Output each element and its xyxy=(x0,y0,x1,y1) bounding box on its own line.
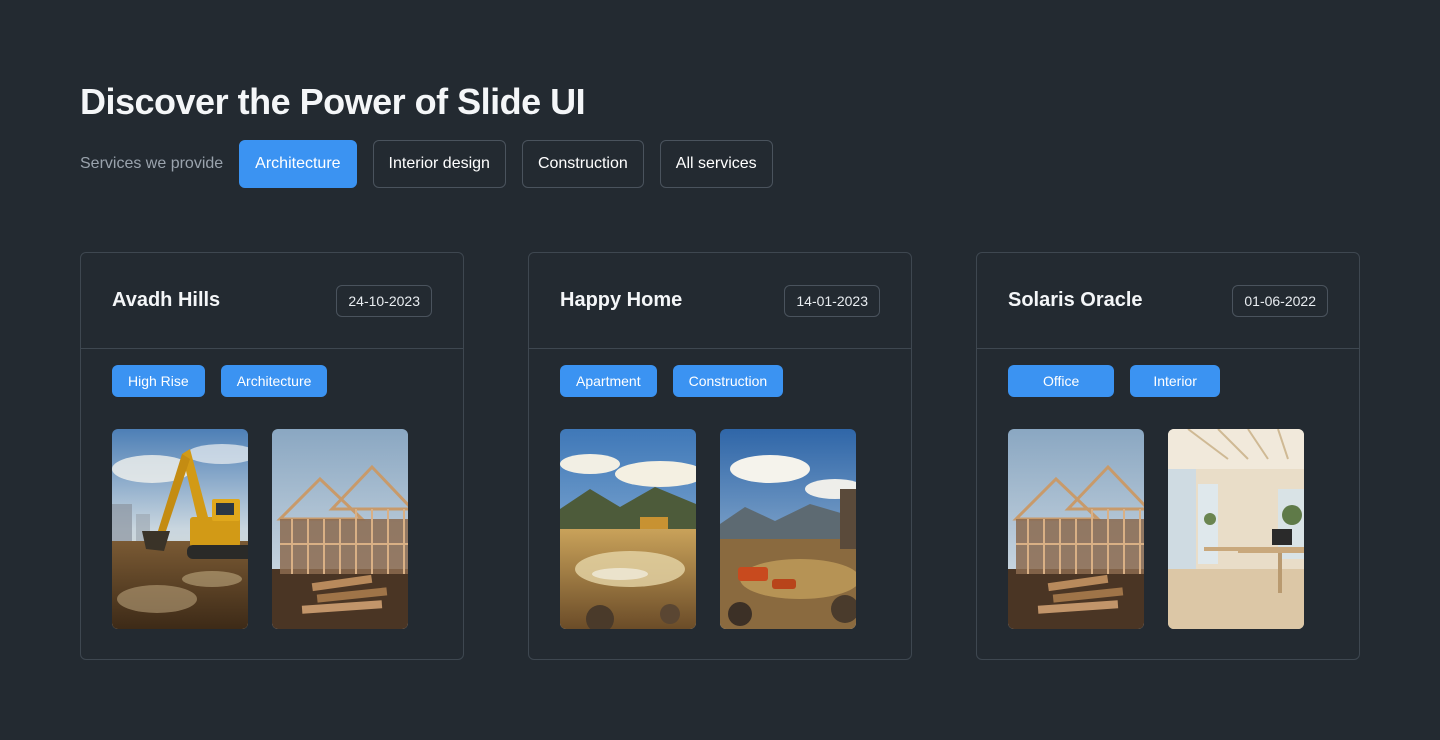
photo-valley-water[interactable] xyxy=(560,429,696,629)
photo-gallery xyxy=(529,397,911,629)
card-header: Solaris Oracle 01-06-2022 xyxy=(977,253,1359,349)
tag-apartment[interactable]: Apartment xyxy=(560,365,657,397)
card-header: Happy Home 14-01-2023 xyxy=(529,253,911,349)
card-title: Happy Home xyxy=(560,289,683,311)
project-card-happy-home[interactable]: Happy Home 14-01-2023 Apartment Construc… xyxy=(528,252,912,660)
tag-high-rise[interactable]: High Rise xyxy=(112,365,205,397)
project-card-solaris-oracle[interactable]: Solaris Oracle 01-06-2022 Office Interio… xyxy=(976,252,1360,660)
tag-interior[interactable]: Interior xyxy=(1130,365,1220,397)
card-title: Avadh Hills xyxy=(112,289,221,311)
tag-architecture[interactable]: Architecture xyxy=(220,365,328,397)
date-badge: 01-06-2022 xyxy=(1232,284,1328,317)
tag-office[interactable]: Office xyxy=(1008,365,1115,397)
page-title: Discover the Power of Slide UI xyxy=(80,81,586,122)
photo-office-interior[interactable] xyxy=(1168,429,1304,629)
date-badge: 24-10-2023 xyxy=(336,284,432,317)
photo-excavator[interactable] xyxy=(112,429,248,629)
photo-house-frame[interactable] xyxy=(1008,429,1144,629)
photo-gallery xyxy=(81,397,463,629)
date-badge: 14-01-2023 xyxy=(784,284,880,317)
filter-chip-all-services[interactable]: All services xyxy=(659,140,773,188)
tag-list: High Rise Architecture xyxy=(81,349,463,397)
tag-construction[interactable]: Construction xyxy=(672,365,784,397)
photo-house-frame[interactable] xyxy=(272,429,408,629)
card-header: Avadh Hills 24-10-2023 xyxy=(81,253,463,349)
tag-list: Apartment Construction xyxy=(529,349,911,397)
project-card-avadh-hills[interactable]: Avadh Hills 24-10-2023 High Rise Archite… xyxy=(80,252,464,660)
photo-gallery xyxy=(977,397,1359,629)
card-title: Solaris Oracle xyxy=(1008,289,1143,311)
filter-chip-architecture[interactable]: Architecture xyxy=(239,140,357,188)
services-filter-bar: Services we provide Architecture Interio… xyxy=(80,140,789,188)
photo-site-machinery[interactable] xyxy=(720,429,856,629)
filter-chip-interior-design[interactable]: Interior design xyxy=(372,140,506,188)
services-label: Services we provide xyxy=(80,155,224,172)
filter-chip-construction[interactable]: Construction xyxy=(521,140,644,188)
tag-list: Office Interior xyxy=(977,349,1359,397)
